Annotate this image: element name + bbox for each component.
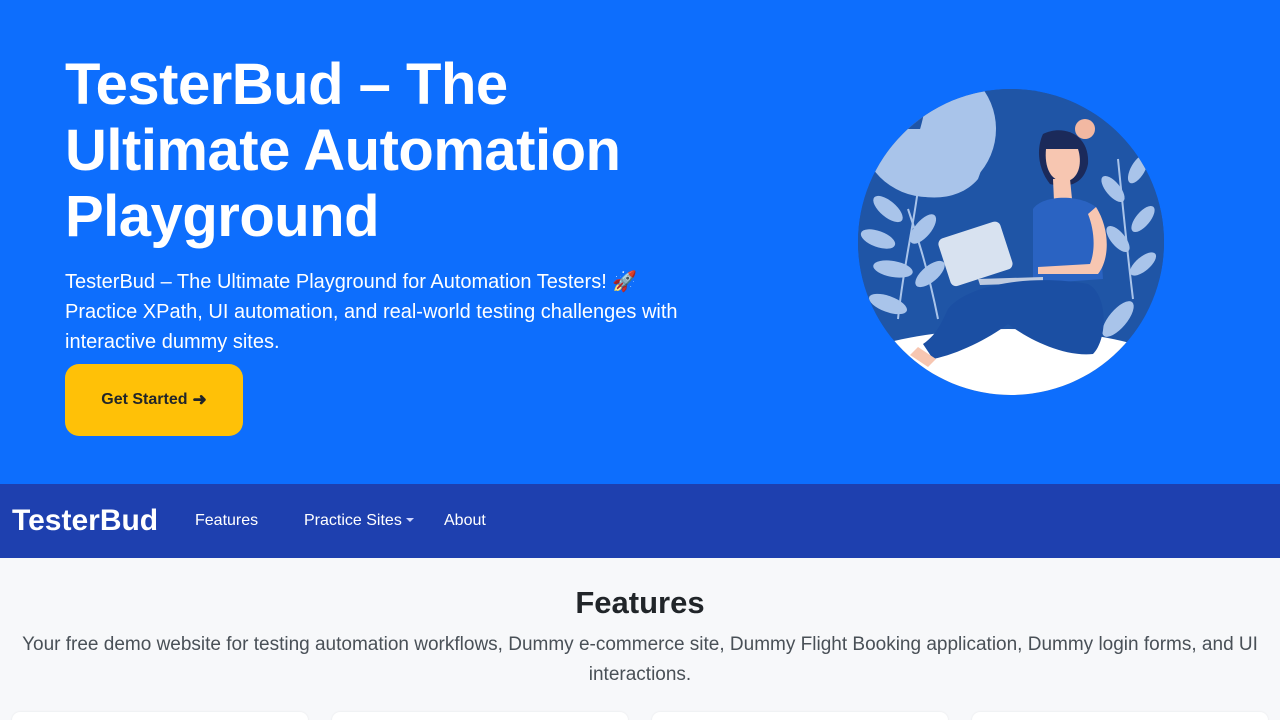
features-section: Features Your free demo website for test…: [0, 558, 1280, 720]
nav-about[interactable]: About: [444, 511, 486, 531]
get-started-button[interactable]: Get Started ➜: [65, 364, 243, 436]
brand-logo[interactable]: TesterBud: [12, 501, 158, 541]
nav-practice-sites[interactable]: Practice Sites: [304, 511, 414, 531]
woman-with-laptop-illustration: [858, 89, 1164, 395]
feature-card: [12, 712, 308, 720]
arrow-right-icon: ➜: [192, 390, 207, 409]
chevron-down-icon: [405, 518, 414, 522]
features-description: Your free demo website for testing autom…: [22, 634, 1258, 685]
features-heading: Features: [575, 585, 705, 620]
hero-illustration: [858, 89, 1164, 395]
get-started-label: Get Started: [101, 391, 188, 408]
hero-subtitle: TesterBud – The Ultimate Playground for …: [65, 271, 678, 353]
feature-card: [332, 712, 628, 720]
feature-card: [652, 712, 948, 720]
hero-title: TesterBud – The Ultimate Automation Play…: [65, 52, 621, 249]
feature-card: [972, 712, 1268, 720]
hero-section: TesterBud – The Ultimate Automation Play…: [0, 0, 1280, 484]
top-navbar: TesterBud Features Practice Sites About: [0, 484, 1280, 558]
nav-features[interactable]: Features: [195, 511, 258, 531]
nav-practice-sites-label: Practice Sites: [304, 512, 402, 529]
